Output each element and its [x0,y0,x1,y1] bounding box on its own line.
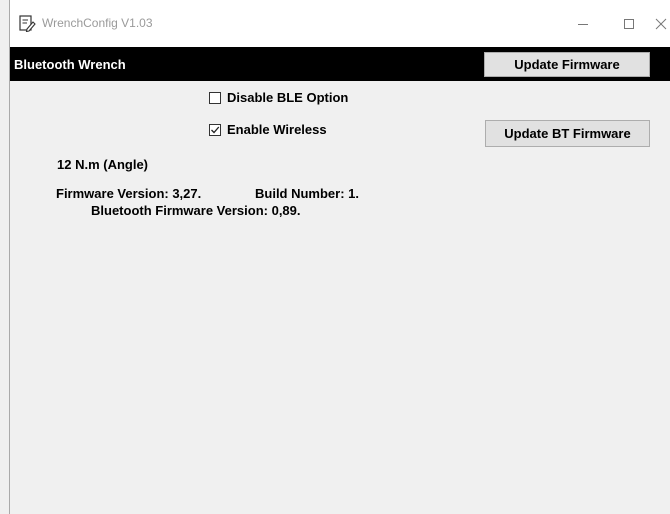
minimize-icon [578,23,588,25]
checkbox-box[interactable] [209,123,221,136]
checkmark-icon [211,126,220,133]
minimize-button[interactable] [560,0,606,47]
maximize-button[interactable] [606,0,652,47]
update-firmware-button[interactable]: Update Firmware [484,52,650,77]
enable-wireless-label: Enable Wireless [227,122,327,137]
firmware-version-label: Firmware Version: 3,27. [56,186,202,201]
torque-mode-label: 12 N.m (Angle) [57,157,149,172]
disable-ble-checkbox[interactable]: Disable BLE Option [209,90,348,105]
enable-wireless-checkbox[interactable]: Enable Wireless [209,122,327,137]
close-icon [655,18,667,29]
app-window: WrenchConfig V1.03 Bluetooth Wrench Upda… [9,0,670,514]
update-bt-firmware-button[interactable]: Update BT Firmware [485,120,650,147]
header-title: Bluetooth Wrench [14,57,126,72]
bt-firmware-version-label: Bluetooth Firmware Version: 0,89. [91,203,301,218]
title-bar[interactable]: WrenchConfig V1.03 [10,0,670,47]
checkbox-box[interactable] [209,91,221,104]
build-number-label: Build Number: 1. [255,186,360,201]
close-button[interactable] [651,0,670,47]
maximize-icon [624,18,634,29]
notepad-edit-icon [18,14,36,33]
window-title: WrenchConfig V1.03 [42,16,153,30]
disable-ble-label: Disable BLE Option [227,90,349,105]
